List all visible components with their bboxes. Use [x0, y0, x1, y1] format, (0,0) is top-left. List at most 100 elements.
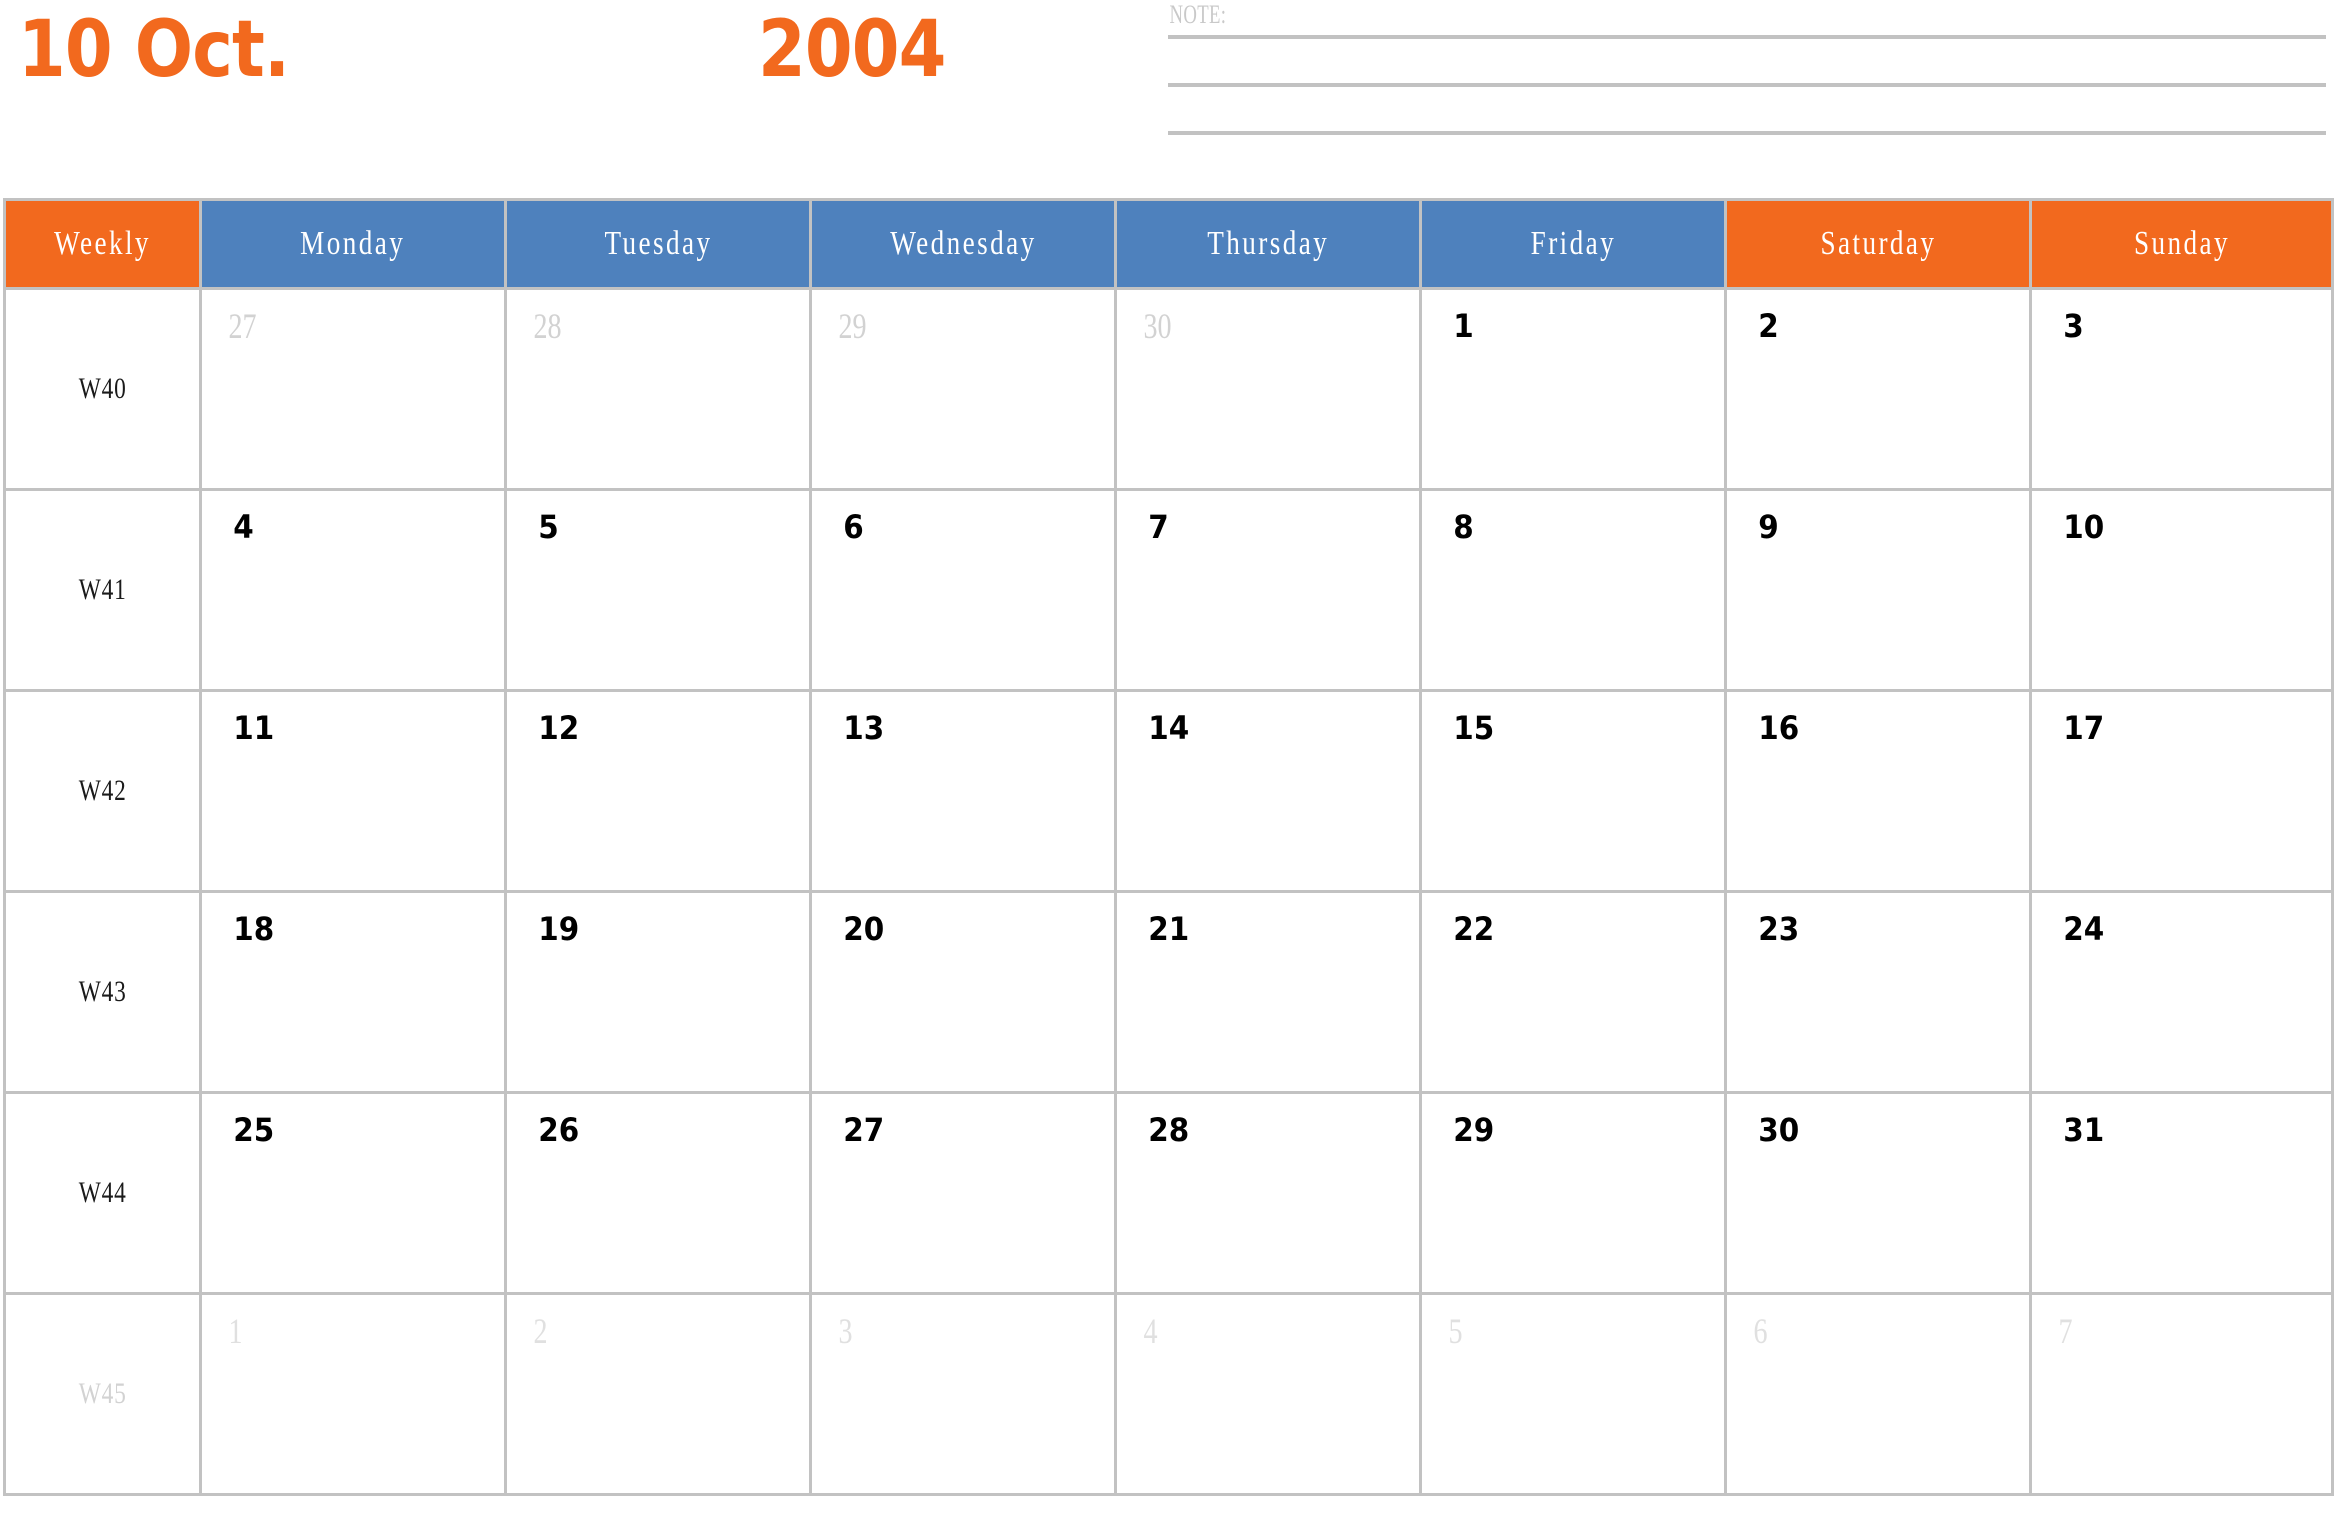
day-number: 6	[1753, 1311, 1768, 1351]
day-number: 20	[843, 910, 885, 948]
column-header-monday[interactable]: Monday	[199, 198, 504, 287]
day-cell[interactable]: 7	[2029, 1292, 2334, 1496]
day-number: 31	[2063, 1111, 2105, 1149]
week-number-cell[interactable]: W40	[3, 287, 199, 488]
day-number: 4	[233, 508, 254, 546]
day-number: 30	[1143, 306, 1172, 346]
day-number: 21	[1148, 910, 1190, 948]
day-cell[interactable]: 13	[809, 689, 1114, 890]
day-number: 7	[2058, 1311, 2073, 1351]
day-number: 1	[1453, 307, 1474, 345]
week-number-cell[interactable]: W45	[3, 1292, 199, 1496]
day-cell[interactable]: 27	[199, 287, 504, 488]
day-number: 2	[533, 1311, 548, 1351]
day-cell[interactable]: 11	[199, 689, 504, 890]
day-cell[interactable]: 4	[1114, 1292, 1419, 1496]
calendar-week-row: W45 1 2 3 4 5 6 7	[3, 1292, 2334, 1496]
calendar-table: Weekly Monday Tuesday Wednesday Thursday Frid…	[3, 198, 2334, 1496]
month-title: 10 Oct.	[18, 5, 290, 95]
day-number: 5	[1448, 1311, 1463, 1351]
day-number: 10	[2063, 508, 2105, 546]
day-number: 28	[533, 306, 562, 346]
column-header-weekly[interactable]: Weekly	[3, 198, 199, 287]
day-number: 8	[1453, 508, 1474, 546]
day-cell[interactable]: 26	[504, 1091, 809, 1292]
week-number-cell[interactable]: W41	[3, 488, 199, 689]
day-cell[interactable]: 1	[199, 1292, 504, 1496]
day-number: 1	[228, 1311, 243, 1351]
day-cell[interactable]: 17	[2029, 689, 2334, 890]
day-number: 27	[843, 1111, 885, 1149]
day-number: 28	[1148, 1111, 1190, 1149]
day-cell[interactable]: 19	[504, 890, 809, 1091]
day-cell[interactable]: 1	[1419, 287, 1724, 488]
week-number-cell[interactable]: W44	[3, 1091, 199, 1292]
day-cell[interactable]: 27	[809, 1091, 1114, 1292]
day-number: 22	[1453, 910, 1495, 948]
day-cell[interactable]: 23	[1724, 890, 2029, 1091]
day-cell[interactable]: 28	[1114, 1091, 1419, 1292]
column-header-label: Monday	[300, 225, 406, 262]
day-number: 9	[1758, 508, 1779, 546]
day-cell[interactable]: 14	[1114, 689, 1419, 890]
week-number-label: W44	[78, 1176, 127, 1209]
calendar-week-row: W40 27 28 29 30 1 2 3	[3, 287, 2334, 488]
column-header-thursday[interactable]: Thursday	[1114, 198, 1419, 287]
calendar-week-row: W43 18 19 20 21 22 23 24	[3, 890, 2334, 1091]
day-cell[interactable]: 25	[199, 1091, 504, 1292]
day-cell[interactable]: 31	[2029, 1091, 2334, 1292]
day-cell[interactable]: 8	[1419, 488, 1724, 689]
day-cell[interactable]: 22	[1419, 890, 1724, 1091]
day-cell[interactable]: 6	[1724, 1292, 2029, 1496]
column-header-saturday[interactable]: Saturday	[1724, 198, 2029, 287]
column-header-label: Weekly	[54, 225, 151, 262]
note-rule-3	[1168, 131, 2326, 135]
day-cell[interactable]: 9	[1724, 488, 2029, 689]
column-header-wednesday[interactable]: Wednesday	[809, 198, 1114, 287]
day-cell[interactable]: 12	[504, 689, 809, 890]
day-cell[interactable]: 21	[1114, 890, 1419, 1091]
week-number-label: W43	[78, 975, 127, 1008]
column-header-label: Friday	[1530, 225, 1616, 262]
day-number: 26	[538, 1111, 580, 1149]
column-header-friday[interactable]: Friday	[1419, 198, 1724, 287]
day-cell[interactable]: 24	[2029, 890, 2334, 1091]
day-cell[interactable]: 15	[1419, 689, 1724, 890]
page-header: 10 Oct. 2004 NOTE:	[0, 0, 2337, 195]
day-cell[interactable]: 6	[809, 488, 1114, 689]
column-header-label: Tuesday	[604, 225, 712, 262]
day-cell[interactable]: 30	[1724, 1091, 2029, 1292]
day-cell[interactable]: 7	[1114, 488, 1419, 689]
day-cell[interactable]: 18	[199, 890, 504, 1091]
day-cell[interactable]: 16	[1724, 689, 2029, 890]
day-number: 3	[2063, 307, 2084, 345]
calendar-header-row: Weekly Monday Tuesday Wednesday Thursday Frid…	[3, 198, 2334, 287]
day-number: 24	[2063, 910, 2105, 948]
day-number: 15	[1453, 709, 1495, 747]
week-number-cell[interactable]: W43	[3, 890, 199, 1091]
calendar-week-row: W42 11 12 13 14 15 16 17	[3, 689, 2334, 890]
day-cell[interactable]: 20	[809, 890, 1114, 1091]
year-title: 2004	[758, 5, 946, 95]
day-cell[interactable]: 28	[504, 287, 809, 488]
day-cell[interactable]: 2	[1724, 287, 2029, 488]
day-number: 27	[228, 306, 257, 346]
day-number: 16	[1758, 709, 1800, 747]
day-cell[interactable]: 10	[2029, 488, 2334, 689]
day-number: 6	[843, 508, 864, 546]
day-cell[interactable]: 4	[199, 488, 504, 689]
week-number-cell[interactable]: W42	[3, 689, 199, 890]
day-number: 25	[233, 1111, 275, 1149]
day-cell[interactable]: 29	[1419, 1091, 1724, 1292]
column-header-tuesday[interactable]: Tuesday	[504, 198, 809, 287]
day-cell[interactable]: 29	[809, 287, 1114, 488]
column-header-sunday[interactable]: Sunday	[2029, 198, 2334, 287]
day-cell[interactable]: 30	[1114, 287, 1419, 488]
day-cell[interactable]: 5	[504, 488, 809, 689]
day-cell[interactable]: 3	[2029, 287, 2334, 488]
day-cell[interactable]: 5	[1419, 1292, 1724, 1496]
day-cell[interactable]: 3	[809, 1292, 1114, 1496]
note-area[interactable]: NOTE:	[1168, 0, 2326, 152]
calendar-title: 10 Oct. 2004	[18, 2, 1108, 112]
day-cell[interactable]: 2	[504, 1292, 809, 1496]
